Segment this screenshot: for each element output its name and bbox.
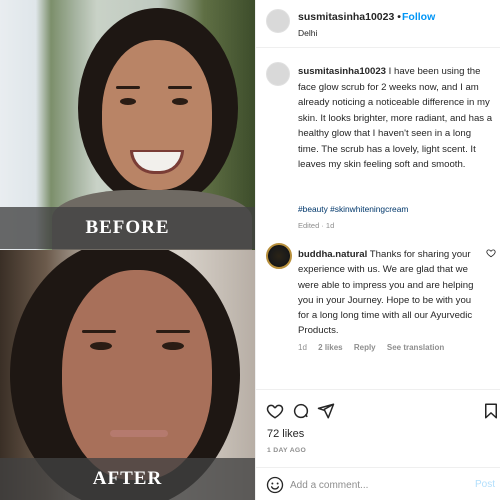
caption-edited: Edited · 1d: [298, 221, 335, 230]
before-eye-left: [120, 98, 136, 105]
likes-count[interactable]: 72 likes: [267, 428, 304, 440]
post-actions: [256, 389, 500, 431]
after-brow-left: [82, 330, 116, 333]
caption-avatar[interactable]: [266, 62, 290, 86]
after-eye-left: [90, 342, 112, 350]
after-mouth: [110, 430, 168, 437]
user-avatar[interactable]: [266, 9, 290, 33]
before-brow-right: [168, 86, 192, 89]
emoji-icon[interactable]: [266, 476, 284, 494]
comment-icon[interactable]: [292, 402, 310, 420]
reply-likes[interactable]: 2 likes: [318, 343, 342, 352]
post-timestamp: 1 DAY AGO: [267, 447, 307, 454]
heart-small-icon[interactable]: [486, 248, 496, 258]
reply-username[interactable]: buddha.natural: [298, 249, 367, 260]
instagram-post-panel: susmitasinha10023 • Follow Delhi susmita…: [255, 0, 500, 500]
after-label-band: AFTER: [0, 458, 255, 500]
post-location[interactable]: Delhi: [298, 28, 317, 38]
before-label-band: BEFORE: [0, 207, 255, 249]
after-eye-right: [162, 342, 184, 350]
before-after-collage: BEFORE AFTER: [0, 0, 255, 500]
see-translation-button[interactable]: See translation: [387, 343, 444, 352]
separator-dot: •: [397, 11, 401, 23]
after-face: [62, 270, 212, 480]
before-brow-left: [116, 86, 140, 89]
reply-body: Thanks for sharing your experience with …: [298, 249, 474, 337]
caption-hashtags[interactable]: #beauty #skinwhiteningcream: [298, 204, 408, 214]
comment-input[interactable]: [290, 475, 460, 495]
post-comment-button[interactable]: Post: [475, 479, 495, 490]
heart-icon[interactable]: [266, 402, 284, 420]
add-comment-bar: Post: [256, 467, 500, 500]
caption-text: susmitasinha10023 I have been using the …: [298, 64, 494, 173]
after-label: AFTER: [92, 468, 163, 489]
reply-button[interactable]: Reply: [354, 343, 376, 352]
reply-meta: 1d 2 likes Reply See translation: [298, 343, 453, 352]
bookmark-icon[interactable]: [482, 402, 500, 420]
post-header: susmitasinha10023 • Follow Delhi: [256, 0, 500, 48]
caption-body: I have been using the face glow scrub fo…: [298, 66, 493, 170]
reply-time: 1d: [298, 343, 307, 352]
post-username[interactable]: susmitasinha10023 •: [298, 11, 401, 23]
after-brow-right: [156, 330, 190, 333]
post-username-text[interactable]: susmitasinha10023: [298, 11, 394, 23]
share-icon[interactable]: [317, 402, 335, 420]
reply-text: buddha.natural Thanks for sharing your e…: [298, 247, 480, 339]
before-eye-right: [172, 98, 188, 105]
before-label: BEFORE: [85, 217, 170, 238]
caption-username[interactable]: susmitasinha10023: [298, 66, 386, 77]
follow-button[interactable]: Follow: [402, 11, 435, 23]
brand-avatar[interactable]: [266, 243, 292, 269]
